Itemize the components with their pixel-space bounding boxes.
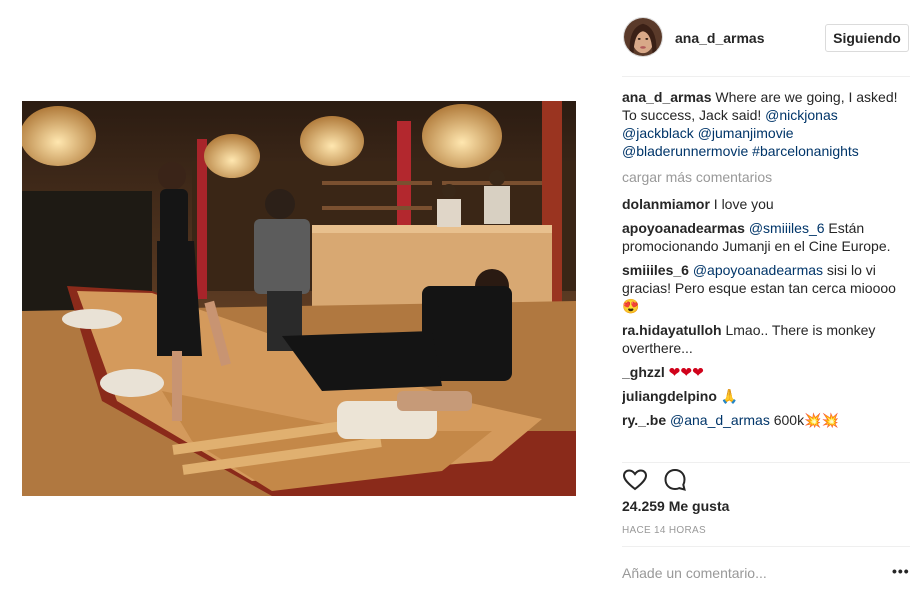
comment-item: dolanmiamor I love you (622, 195, 910, 213)
comment-text: 🙏 (720, 388, 739, 404)
comment-item: _ghzzl ❤❤❤ (622, 363, 910, 381)
comment-mention[interactable]: @apoyoanadearmas (693, 262, 823, 278)
caption-tag-jackblack[interactable]: @jackblack (622, 125, 694, 141)
comment-username[interactable]: ra.hidayatulloh (622, 322, 722, 338)
caption-tag-jumanjimovie[interactable]: @jumanjimovie (698, 125, 794, 141)
post-caption: ana_d_armas Where are we going, I asked!… (622, 88, 910, 160)
comment-username[interactable]: ry._.be (622, 412, 666, 428)
comment-text: 600k💥💥 (773, 412, 839, 428)
comment-bubble-icon[interactable] (662, 467, 688, 493)
post-details-panel: ana_d_armas Siguiendo ana_d_armas Where … (622, 0, 916, 596)
post-actions-bar (622, 462, 910, 492)
comments-list[interactable]: ana_d_armas Where are we going, I asked!… (622, 88, 910, 458)
comment-username[interactable]: _ghzzl (622, 364, 665, 380)
post-timestamp: HACE 14 HORAS (622, 525, 706, 536)
avatar[interactable] (623, 17, 663, 57)
comment-item: ra.hidayatulloh Lmao.. There is monkey o… (622, 321, 910, 357)
caption-tag-bladerunnermovie[interactable]: @bladerunnermovie (622, 143, 748, 159)
comment-text: I love you (713, 196, 774, 212)
comment-input[interactable] (622, 563, 872, 583)
comment-mention[interactable]: @ana_d_armas (670, 412, 770, 428)
comment-username[interactable]: apoyoanadearmas (622, 220, 745, 236)
comment-item: smiiiles_6 @apoyoanadearmas sisi lo vi g… (622, 261, 910, 315)
post-photo[interactable] (22, 101, 576, 496)
follow-button[interactable]: Siguiendo (825, 24, 909, 52)
heart-icon[interactable] (622, 467, 648, 493)
comment-mention[interactable]: @smiiiles_6 (749, 220, 825, 236)
comment-username[interactable]: juliangdelpino (622, 388, 717, 404)
add-comment-section: ••• (622, 546, 910, 596)
comment-text: ❤❤❤ (668, 364, 704, 380)
likes-count[interactable]: 24.259 Me gusta (622, 498, 729, 514)
comment-item: apoyoanadearmas @smiiiles_6 Están promoc… (622, 219, 910, 255)
load-more-comments-link[interactable]: cargar más comentarios (622, 168, 910, 186)
caption-tag-nickjonas[interactable]: @nickjonas (765, 107, 838, 123)
post-header: ana_d_armas Siguiendo (622, 0, 910, 77)
more-options-button[interactable]: ••• (892, 563, 910, 583)
comment-item: ry._.be @ana_d_armas 600k💥💥 (622, 411, 910, 429)
post-author-username[interactable]: ana_d_armas (675, 30, 765, 46)
comment-username[interactable]: dolanmiamor (622, 196, 710, 212)
caption-username[interactable]: ana_d_armas (622, 89, 712, 105)
caption-tag-barcelonanights[interactable]: #barcelonanights (752, 143, 859, 159)
post-photo-illustration (22, 101, 576, 496)
comment-username[interactable]: smiiiles_6 (622, 262, 689, 278)
comment-item: juliangdelpino 🙏 (622, 387, 910, 405)
